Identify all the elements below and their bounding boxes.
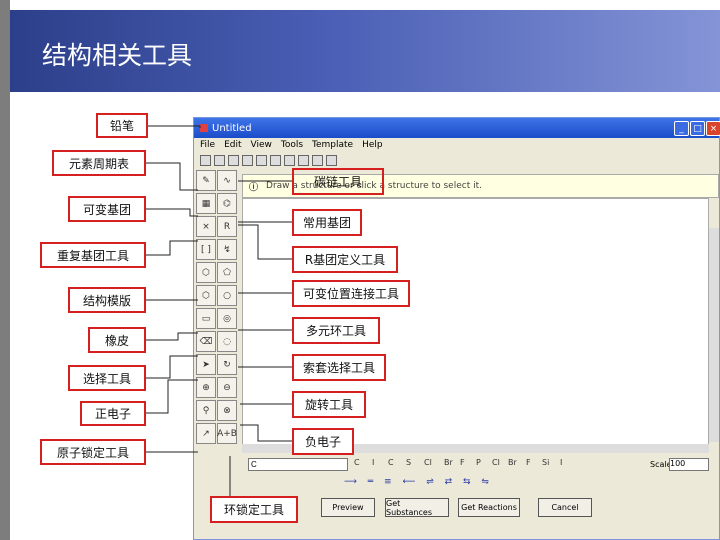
formula-row: C I C S Cl Br F P Cl Br F Si I Scale 100 <box>194 458 719 474</box>
save-icon[interactable] <box>228 154 239 166</box>
callout-repeat-group: 重复基团工具 <box>40 242 146 268</box>
minimize-icon[interactable]: _ <box>674 121 689 136</box>
bond-arrow-row[interactable]: ⟶ ═ ≡ ⟵ ⇌ ⇄ ⇆ ⇋ <box>344 477 493 487</box>
formula-input[interactable] <box>248 458 348 471</box>
menu-edit[interactable]: Edit <box>224 140 241 150</box>
reaction-tool[interactable]: A+B <box>217 423 237 444</box>
cancel-button[interactable]: Cancel <box>538 498 592 517</box>
menu-help[interactable]: Help <box>362 140 383 150</box>
close-icon[interactable]: × <box>706 121 720 136</box>
callout-rotate: 旋转工具 <box>292 391 366 418</box>
callout-pencil: 铅笔 <box>96 113 148 138</box>
callout-variable-position: 可变位置连接工具 <box>292 280 410 307</box>
arrow-tool[interactable]: ↗ <box>196 423 216 444</box>
scale-select[interactable]: 100 <box>669 458 709 471</box>
window-titlebar: Untitled _ □ × <box>194 118 720 138</box>
periodic-table-tool[interactable]: ▦ <box>196 193 216 214</box>
callout-positive: 正电子 <box>80 401 146 426</box>
ring-lock-tool[interactable]: ⊗ <box>217 400 237 421</box>
callout-ring-lock: 环锁定工具 <box>210 496 298 523</box>
callout-template: 结构模版 <box>68 287 146 313</box>
info-icon: ⓘ <box>249 182 259 193</box>
element-button[interactable]: C <box>388 458 394 467</box>
repeat-group-tool[interactable]: [ ] <box>196 239 216 260</box>
pencil-tool[interactable]: ✎ <box>196 170 216 191</box>
new-icon[interactable] <box>200 154 211 166</box>
element-button[interactable]: P <box>476 458 481 467</box>
callout-lasso: 索套选择工具 <box>292 354 386 381</box>
callout-select: 选择工具 <box>68 365 146 391</box>
get-substances-button[interactable]: Get Substances <box>385 498 449 517</box>
callout-r-group: R基团定义工具 <box>292 246 398 273</box>
element-button[interactable]: S <box>406 458 411 467</box>
redo-icon[interactable] <box>312 154 323 166</box>
ring-tool-b[interactable]: ○ <box>217 285 237 306</box>
menu-bar: File Edit View Tools Template Help <box>194 138 719 152</box>
element-button[interactable]: I <box>560 458 562 467</box>
callout-variable-group: 可变基团 <box>68 196 146 222</box>
connector-repeat-group <box>146 240 198 256</box>
element-button[interactable]: C <box>354 458 360 467</box>
vertical-scrollbar[interactable] <box>709 228 719 442</box>
negative-charge-tool[interactable]: ⊖ <box>217 377 237 398</box>
maximize-icon[interactable]: □ <box>690 121 705 136</box>
undo-icon[interactable] <box>298 154 309 166</box>
menu-file[interactable]: File <box>200 140 215 150</box>
get-reactions-button[interactable]: Get Reactions <box>458 498 520 517</box>
preview-button[interactable]: Preview <box>321 498 375 517</box>
window-title: Untitled <box>212 122 252 134</box>
cut-icon[interactable] <box>256 154 267 166</box>
element-button[interactable]: I <box>372 458 374 467</box>
app-icon <box>200 124 208 132</box>
r-group-tool[interactable]: R <box>217 216 237 237</box>
callout-eraser: 橡皮 <box>88 327 146 353</box>
element-button[interactable]: Cl <box>492 458 500 467</box>
element-button[interactable]: Cl <box>424 458 432 467</box>
callout-negative: 负电子 <box>292 428 354 455</box>
callout-carbon-chain: 碳链工具 <box>292 168 384 195</box>
menu-tools[interactable]: Tools <box>281 140 303 150</box>
copy-icon[interactable] <box>270 154 281 166</box>
connector-variable-group <box>146 208 198 217</box>
select-tool[interactable]: ➤ <box>196 354 216 375</box>
template-tool[interactable]: ⬡ <box>196 262 216 283</box>
common-group-tool[interactable]: ⌬ <box>217 193 237 214</box>
variable-group-tool[interactable]: × <box>196 216 216 237</box>
element-button[interactable]: Si <box>542 458 549 467</box>
paste-icon[interactable] <box>284 154 295 166</box>
variable-position-tool[interactable]: ↯ <box>217 239 237 260</box>
toolbar <box>194 152 719 168</box>
connector-periodic-table <box>146 162 198 191</box>
app-window: Untitled _ □ × File Edit View Tools Temp… <box>193 117 720 540</box>
page-title: 结构相关工具 <box>42 41 193 70</box>
lasso-tool[interactable]: ◌ <box>217 331 237 352</box>
callout-periodic-table: 元素周期表 <box>52 150 146 176</box>
carbon-chain-tool[interactable]: ∿ <box>217 170 237 191</box>
ring-tool-a[interactable]: ⬠ <box>217 262 237 283</box>
connector-positive <box>146 379 198 414</box>
positive-charge-tool[interactable]: ⊕ <box>196 377 216 398</box>
element-button[interactable]: F <box>526 458 531 467</box>
open-icon[interactable] <box>214 154 225 166</box>
element-button[interactable]: F <box>460 458 465 467</box>
template-tool-b[interactable]: ⬡ <box>196 285 216 306</box>
callout-atom-lock: 原子锁定工具 <box>40 439 146 465</box>
connector-select <box>146 355 198 379</box>
element-button[interactable]: Br <box>508 458 517 467</box>
tool-palette: ✎ ∿ ▦ ⌬ × R [ ] ↯ ⬡ ⬠ ⬡ ○ ▭ ◎ ⌫ ◌ ➤ ↻ ⊕ … <box>196 170 240 455</box>
rotate-tool[interactable]: ↻ <box>217 354 237 375</box>
eraser-tool[interactable]: ⌫ <box>196 331 216 352</box>
left-edge-bar <box>0 0 10 540</box>
menu-view[interactable]: View <box>251 140 272 150</box>
element-button[interactable]: Br <box>444 458 453 467</box>
print-icon[interactable] <box>242 154 253 166</box>
atom-lock-tool[interactable]: ⚲ <box>196 400 216 421</box>
connector-eraser <box>146 332 198 341</box>
multi-ring-tool[interactable]: ◎ <box>217 308 237 329</box>
menu-template[interactable]: Template <box>312 140 353 150</box>
callout-multi-ring: 多元环工具 <box>292 317 380 344</box>
callout-common-group: 常用基团 <box>292 209 362 236</box>
zoom-icon[interactable] <box>326 154 337 166</box>
chain-tool-b[interactable]: ▭ <box>196 308 216 329</box>
